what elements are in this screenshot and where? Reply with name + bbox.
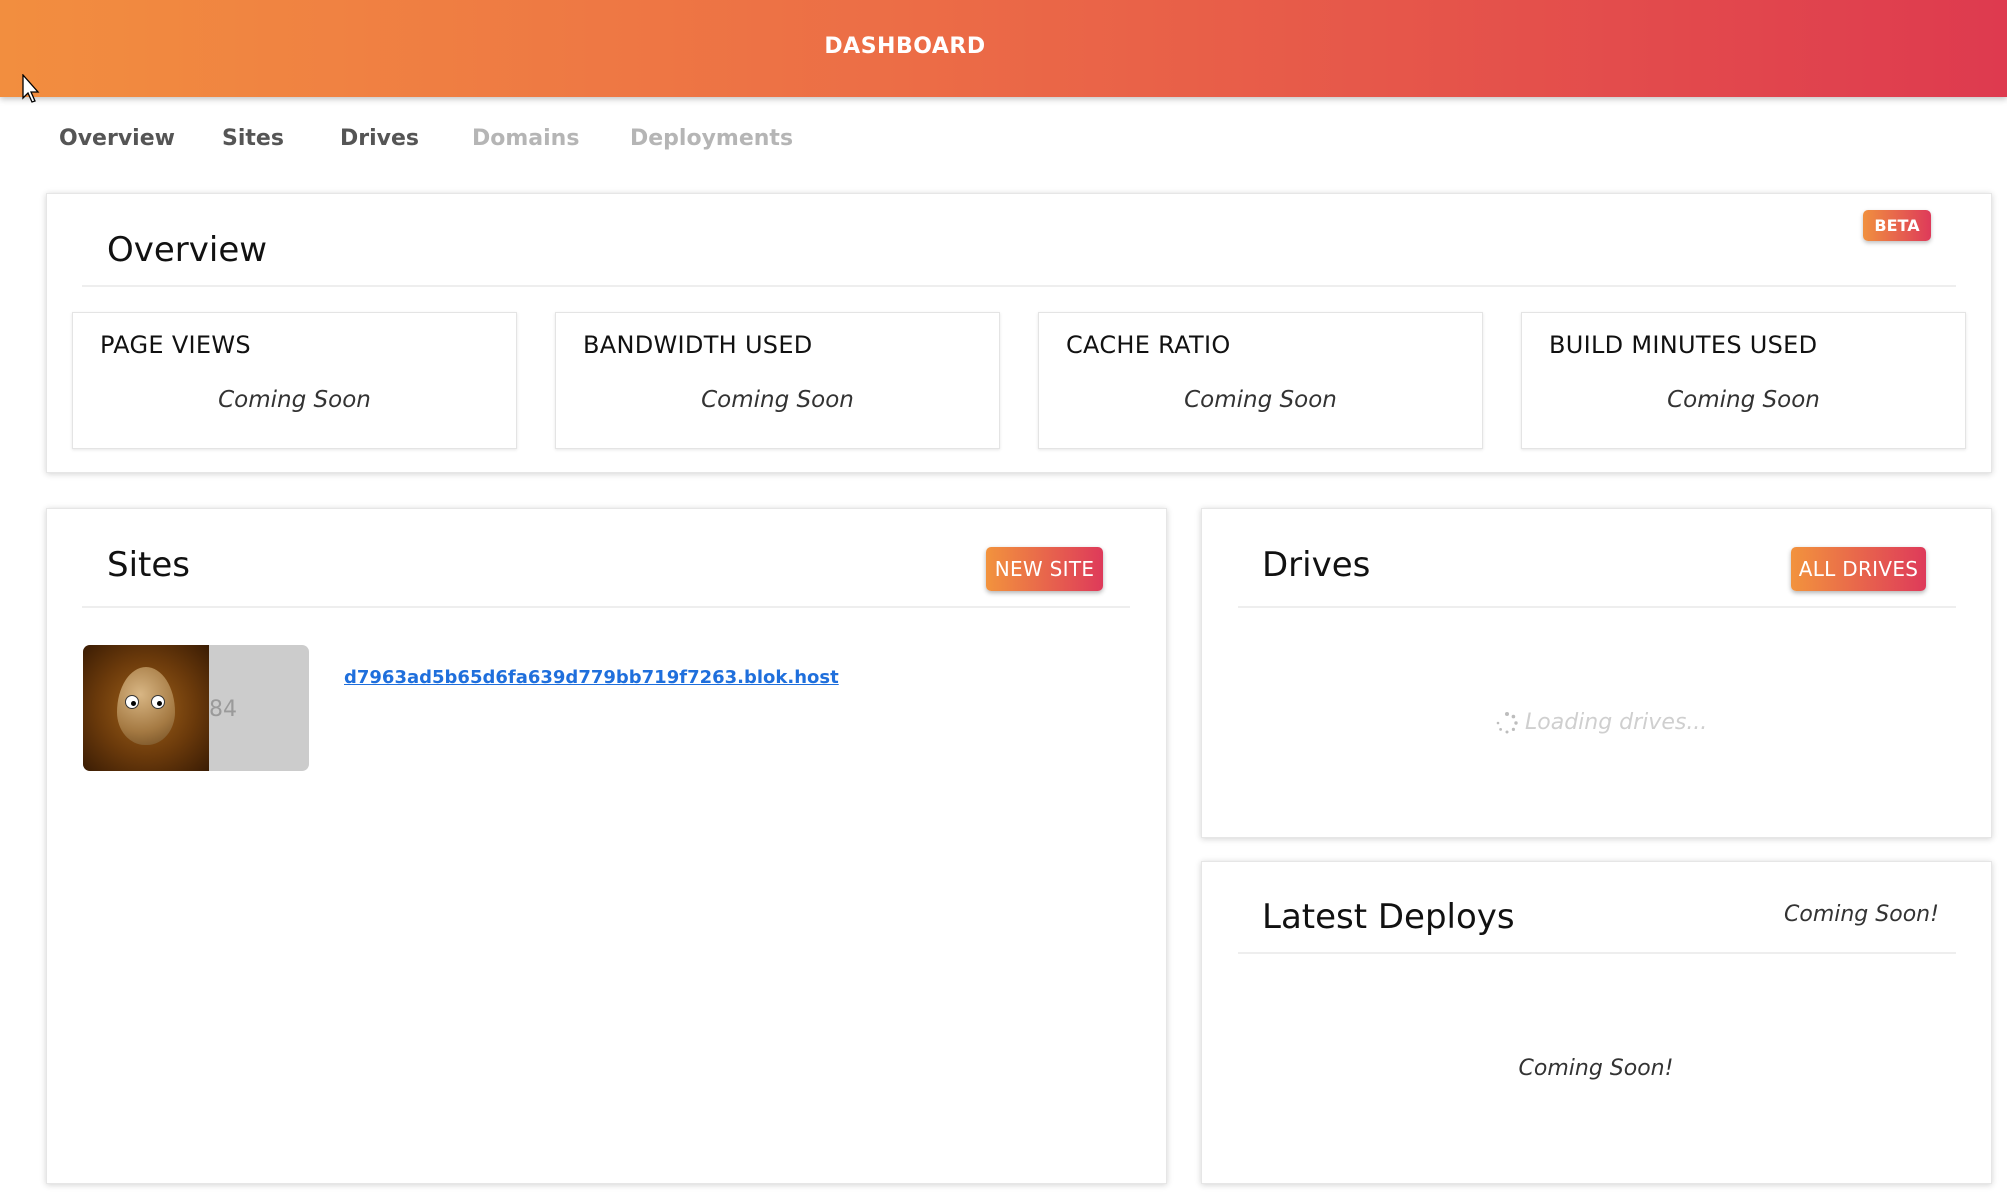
drives-loading: Loading drives... [1495, 710, 1707, 735]
site-thumbnail-image [83, 645, 209, 771]
latest-deploys-divider [1238, 952, 1956, 954]
top-header-bar: DASHBOARD [0, 0, 2007, 97]
spinner-icon [1496, 711, 1518, 733]
new-site-button[interactable]: NEW SITE [986, 547, 1103, 591]
all-drives-button[interactable]: ALL DRIVES [1791, 547, 1926, 591]
nav-tab-domains: Domains [472, 126, 580, 151]
stat-value: Coming Soon [218, 387, 371, 413]
stat-value: Coming Soon [1184, 387, 1337, 413]
mouse-cursor-icon [22, 74, 40, 103]
stat-label: CACHE RATIO [1066, 331, 1231, 359]
stat-cache-ratio: CACHE RATIO Coming Soon [1038, 312, 1483, 449]
eye-icon [151, 695, 165, 709]
beta-badge: BETA [1863, 210, 1931, 241]
egg-face-icon [117, 667, 175, 745]
stat-build-minutes-used: BUILD MINUTES USED Coming Soon [1521, 312, 1966, 449]
drives-title: Drives [1262, 545, 1371, 585]
deploys-body-text: Coming Soon! [1518, 1056, 1674, 1081]
site-thumbnail[interactable]: 84 [83, 645, 309, 771]
stat-label: BANDWIDTH USED [583, 331, 813, 359]
overview-title: Overview [107, 230, 268, 270]
latest-deploys-title: Latest Deploys [1262, 897, 1515, 937]
overview-divider [82, 285, 1956, 287]
header-title: DASHBOARD [824, 34, 986, 59]
nav-tab-deployments: Deployments [630, 126, 794, 151]
stat-label: BUILD MINUTES USED [1549, 331, 1818, 359]
loading-drives-text: Loading drives... [1525, 710, 1708, 735]
nav-tab-sites[interactable]: Sites [222, 126, 284, 151]
sites-title: Sites [107, 545, 190, 585]
site-url-link[interactable]: d7963ad5b65d6fa639d779bb719f7263.blok.ho… [344, 667, 839, 688]
sites-card [46, 508, 1167, 1184]
nav-tab-drives[interactable]: Drives [340, 126, 419, 151]
stat-value: Coming Soon [1667, 387, 1820, 413]
thumbnail-alt-text: 84 [209, 697, 237, 722]
stat-label: PAGE VIEWS [100, 331, 251, 359]
drives-divider [1238, 606, 1956, 608]
stat-value: Coming Soon [701, 387, 854, 413]
eye-icon [125, 695, 139, 709]
stat-bandwidth-used: BANDWIDTH USED Coming Soon [555, 312, 1000, 449]
nav-tab-overview[interactable]: Overview [59, 126, 175, 151]
deploys-status-text: Coming Soon! [1784, 902, 1939, 927]
sites-divider [82, 606, 1130, 608]
stat-page-views: PAGE VIEWS Coming Soon [72, 312, 517, 449]
